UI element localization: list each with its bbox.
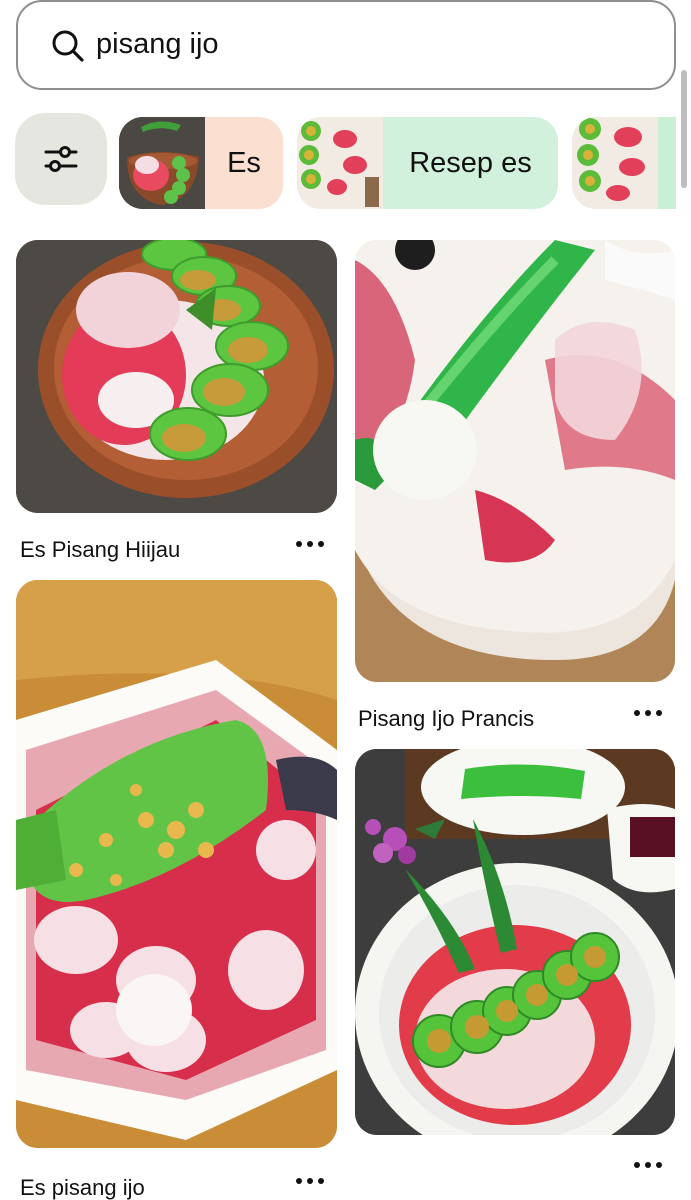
pin-image[interactable] xyxy=(16,580,337,1148)
more-options-button[interactable] xyxy=(634,710,662,716)
chip-thumbnail xyxy=(119,117,205,209)
pin-image[interactable] xyxy=(355,240,675,682)
search-results-page: pisang ijo Es Resep es Es Pisang Hiijau … xyxy=(0,0,691,1200)
more-options-button[interactable] xyxy=(296,541,324,547)
search-icon xyxy=(52,30,84,62)
chip-partial[interactable] xyxy=(572,117,676,209)
search-input[interactable]: pisang ijo xyxy=(96,28,219,61)
sliders-icon xyxy=(44,146,78,172)
scrollbar[interactable] xyxy=(681,70,687,188)
pin-title[interactable]: Pisang Ijo Prancis xyxy=(358,706,534,732)
chip-label xyxy=(658,117,676,209)
pin-title[interactable]: Es Pisang Hiijau xyxy=(20,537,180,563)
chip-thumbnail xyxy=(297,117,383,209)
pin-image[interactable] xyxy=(355,749,675,1135)
chip-es[interactable]: Es xyxy=(119,117,283,209)
search-bar[interactable]: pisang ijo xyxy=(16,0,676,90)
chip-thumbnail xyxy=(572,117,658,209)
chip-label: Es xyxy=(205,117,283,209)
pin-image[interactable] xyxy=(16,240,337,513)
more-options-button[interactable] xyxy=(296,1178,324,1184)
chip-resep-es[interactable]: Resep es xyxy=(297,117,558,209)
chip-label: Resep es xyxy=(383,117,558,209)
filter-button[interactable] xyxy=(15,113,107,205)
more-options-button[interactable] xyxy=(634,1162,662,1168)
pin-title[interactable]: Es pisang ijo xyxy=(20,1175,145,1200)
